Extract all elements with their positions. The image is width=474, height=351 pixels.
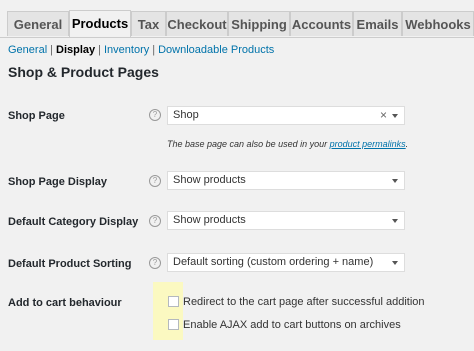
default-product-sorting-select[interactable]: Default sorting (custom ordering + name) bbox=[167, 253, 405, 272]
subnav-downloadable-products[interactable]: Downloadable Products bbox=[158, 44, 274, 56]
help-icon[interactable]: ? bbox=[149, 109, 161, 121]
tab-products[interactable]: Products bbox=[69, 10, 131, 37]
shop-page-label: Shop Page bbox=[8, 110, 65, 122]
subnav-general[interactable]: General bbox=[8, 44, 47, 56]
subnav-separator: | bbox=[50, 44, 53, 56]
clear-icon[interactable]: × bbox=[380, 107, 387, 124]
redirect-to-cart-label[interactable]: Redirect to the cart page after successf… bbox=[183, 296, 425, 308]
subnav-separator: | bbox=[98, 44, 101, 56]
default-category-display-label: Default Category Display bbox=[8, 216, 139, 228]
tab-webhooks[interactable]: Webhooks bbox=[402, 11, 474, 36]
help-icon[interactable]: ? bbox=[149, 257, 161, 269]
tab-emails[interactable]: Emails bbox=[353, 11, 402, 36]
description-suffix: . bbox=[405, 139, 409, 149]
chevron-down-icon bbox=[392, 179, 398, 183]
default-product-sorting-value: Default sorting (custom ordering + name) bbox=[173, 256, 374, 268]
help-icon[interactable]: ? bbox=[149, 175, 161, 187]
tab-general[interactable]: General bbox=[7, 11, 69, 36]
default-category-display-select[interactable]: Show products bbox=[167, 211, 405, 230]
default-category-display-value: Show products bbox=[173, 214, 246, 226]
settings-tabs: General Products Tax Checkout Shipping A… bbox=[0, 0, 474, 38]
subnav-inventory[interactable]: Inventory bbox=[104, 44, 149, 56]
tab-checkout[interactable]: Checkout bbox=[166, 11, 228, 36]
description-text: The base page can also be used in your bbox=[167, 139, 330, 149]
highlight-box bbox=[153, 282, 183, 340]
subnav-display[interactable]: Display bbox=[56, 44, 95, 56]
chevron-down-icon bbox=[392, 261, 398, 265]
section-title: Shop & Product Pages bbox=[8, 64, 159, 80]
enable-ajax-label[interactable]: Enable AJAX add to cart buttons on archi… bbox=[183, 319, 401, 331]
chevron-down-icon bbox=[392, 219, 398, 223]
shop-page-select[interactable]: Shop × bbox=[167, 106, 405, 125]
shop-page-display-value: Show products bbox=[173, 174, 246, 186]
sub-navigation: General | Display | Inventory | Downloadable P… bbox=[8, 44, 274, 56]
shop-page-value: Shop bbox=[173, 109, 199, 121]
product-permalinks-link[interactable]: product permalinks bbox=[330, 139, 406, 149]
subnav-separator: | bbox=[152, 44, 156, 56]
enable-ajax-checkbox[interactable] bbox=[168, 319, 179, 330]
shop-page-description: The base page can also be used in your p… bbox=[167, 139, 408, 149]
help-icon[interactable]: ? bbox=[149, 215, 161, 227]
add-to-cart-label: Add to cart behaviour bbox=[8, 297, 122, 309]
shop-page-display-select[interactable]: Show products bbox=[167, 171, 405, 190]
chevron-down-icon bbox=[392, 114, 398, 118]
tab-shipping[interactable]: Shipping bbox=[228, 11, 290, 36]
shop-page-display-label: Shop Page Display bbox=[8, 176, 108, 188]
default-product-sorting-label: Default Product Sorting bbox=[8, 258, 132, 270]
tab-accounts[interactable]: Accounts bbox=[290, 11, 353, 36]
tab-tax[interactable]: Tax bbox=[131, 11, 166, 36]
redirect-to-cart-checkbox[interactable] bbox=[168, 296, 179, 307]
